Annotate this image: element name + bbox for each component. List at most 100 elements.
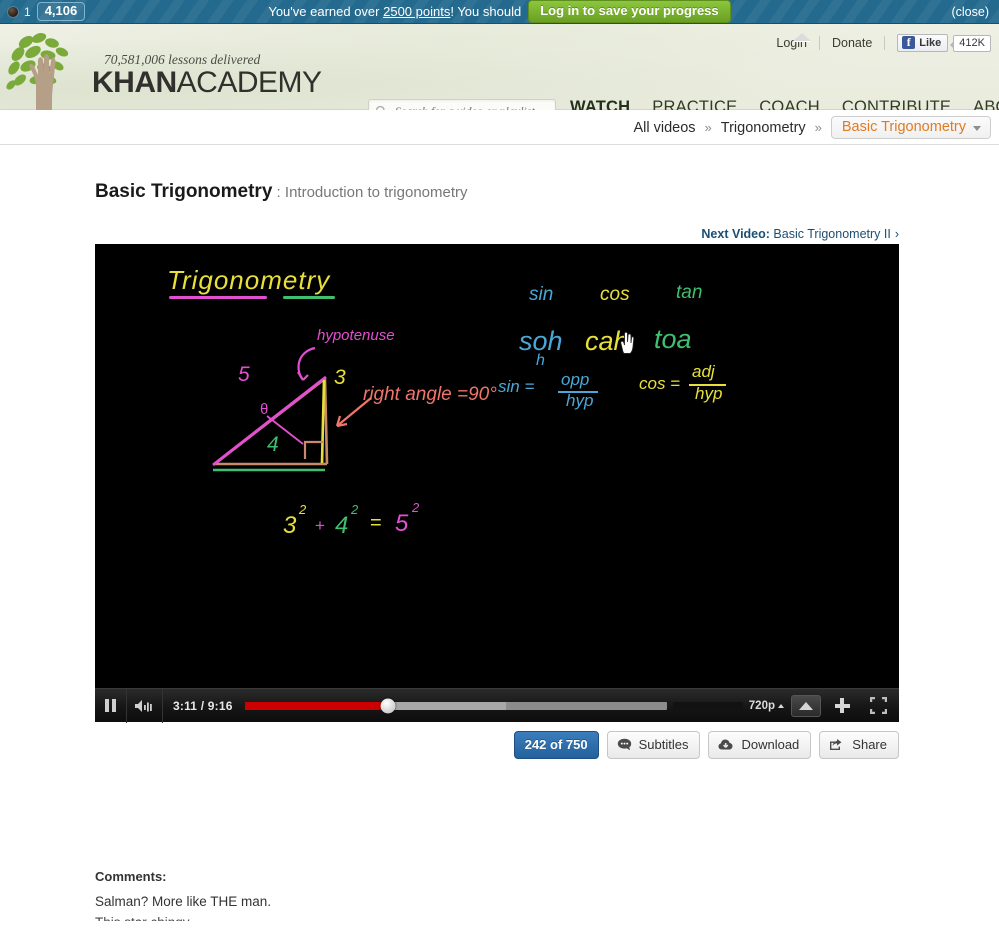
- ink-title: Trigonometry: [167, 265, 331, 295]
- next-video-link[interactable]: Next Video: Basic Trigonometry II ›: [701, 227, 899, 241]
- video-actions-toolbar: 242 of 750 Subtitles Download Share: [513, 731, 899, 759]
- player-controls: 3:11 / 9:16 720p: [95, 688, 899, 723]
- ink-label-4: 4: [267, 433, 279, 456]
- ink-label-5: 5: [238, 363, 250, 386]
- cloud-download-icon: [718, 739, 733, 750]
- breadcrumb-trigonometry[interactable]: Trigonometry: [721, 120, 806, 136]
- next-video-title[interactable]: Basic Trigonometry II: [773, 227, 890, 241]
- subtitle-progress-badge[interactable]: 242 of 750: [513, 731, 599, 759]
- page-title-main: Basic Trigonometry: [95, 181, 273, 202]
- close-notification-link[interactable]: (close): [951, 5, 989, 19]
- progress-scrubber[interactable]: [244, 698, 667, 713]
- player-right-controls: 720p: [672, 694, 899, 717]
- popout-icon: [799, 701, 813, 710]
- share-label: Share: [852, 737, 887, 752]
- ink-sin-denominator: hyp: [566, 391, 594, 410]
- time-display: 3:11 / 9:16: [163, 699, 245, 713]
- comments-heading: Comments:: [95, 869, 167, 884]
- ink-label-cos: cos: [600, 284, 630, 305]
- ink-label-right-angle: right angle =90°: [363, 384, 497, 405]
- ink-pyth-b-exponent: 2: [351, 502, 359, 517]
- ink-pyth-c-exponent: 2: [412, 500, 420, 515]
- breadcrumb-current-label: Basic Trigonometry: [841, 119, 966, 135]
- download-button[interactable]: Download: [708, 731, 812, 759]
- ink-pyth-b: 4: [335, 512, 349, 539]
- points-count: 4,106: [36, 2, 86, 21]
- volume-icon: [134, 699, 152, 712]
- breadcrumb-bar: All videos » Trigonometry » Basic Trigon…: [0, 110, 999, 145]
- ink-pyth-a: 3: [283, 512, 297, 539]
- ink-pyth-c: 5: [395, 510, 409, 537]
- mouse-hand-cursor-icon: [620, 331, 635, 354]
- time-separator: /: [197, 698, 208, 713]
- divider: [884, 36, 886, 50]
- chevron-right-icon: ›: [894, 227, 899, 241]
- donate-link[interactable]: Donate: [820, 36, 884, 50]
- next-video-label: Next Video:: [701, 227, 770, 241]
- quality-label: 720p: [748, 699, 775, 712]
- logo-wordmark: KHANACADEMY: [92, 68, 322, 98]
- facebook-icon: f: [902, 36, 916, 49]
- page-title: Basic Trigonometry : Introduction to tri…: [95, 181, 468, 203]
- video-player[interactable]: Trigonometry hypotenuse 5 3 4 θ right an…: [95, 244, 899, 723]
- plus-icon: [834, 698, 850, 713]
- comment-item: This star chingy...: [95, 915, 200, 930]
- ink-sin-formula-left: sin =: [498, 377, 535, 396]
- chevron-down-icon: [973, 125, 981, 131]
- ink-sin-numerator: opp: [561, 370, 590, 389]
- comment-item: Salman? More like THE man.: [95, 894, 272, 909]
- facebook-like-button[interactable]: f Like: [897, 34, 949, 52]
- facebook-like-count: 412K: [950, 34, 991, 52]
- ink-label-tan: tan: [676, 282, 703, 303]
- page-title-separator: :: [272, 184, 285, 201]
- video-stage[interactable]: Trigonometry hypotenuse 5 3 4 θ right an…: [95, 244, 899, 688]
- ink-title-underline-magenta: [169, 296, 267, 299]
- facebook-like-widget: f Like 412K: [897, 34, 991, 52]
- ink-label-theta: θ: [260, 401, 269, 418]
- ink-label-sin: sin: [529, 284, 554, 305]
- breadcrumb-separator-icon: »: [704, 120, 712, 135]
- page-title-subtitle: Introduction to trigonometry: [284, 184, 468, 201]
- khan-academy-logo[interactable]: 70,581,006 lessons delivered KHANACADEMY: [0, 28, 322, 110]
- breadcrumb-notch: [793, 33, 811, 42]
- ink-label-3: 3: [334, 366, 346, 389]
- fullscreen-button[interactable]: [863, 695, 893, 717]
- quality-selector[interactable]: 720p: [747, 700, 788, 712]
- ink-pyth-equals: =: [370, 512, 382, 534]
- add-button[interactable]: [827, 695, 857, 717]
- ink-label-toa: toa: [654, 324, 692, 354]
- login-to-save-button[interactable]: Log in to save your progress: [528, 0, 731, 23]
- ink-title-underline-green: [283, 296, 335, 299]
- current-time: 3:11: [173, 698, 198, 713]
- notification-message-prefix: You've earned over: [268, 4, 384, 19]
- download-label: Download: [741, 737, 800, 752]
- ink-cos-numerator: adj: [692, 362, 715, 381]
- scrubber-handle[interactable]: [380, 698, 396, 713]
- breadcrumb: All videos » Trigonometry » Basic Trigon…: [633, 116, 991, 139]
- facebook-like-label: Like: [919, 36, 942, 49]
- site-header: 70,581,006 lessons delivered KHANACADEMY…: [0, 24, 999, 123]
- ink-pyth-plus: +: [315, 516, 325, 535]
- breadcrumb-all-videos[interactable]: All videos: [633, 120, 695, 136]
- share-arrow-icon: [830, 739, 842, 750]
- breadcrumb-separator-icon: »: [814, 120, 822, 135]
- streak-dot-icon: [8, 6, 18, 17]
- breadcrumb-current-dropdown[interactable]: Basic Trigonometry: [830, 116, 991, 139]
- played-bar: [244, 701, 389, 710]
- logo-khan-text: KHAN: [92, 66, 177, 99]
- notification-message: You've earned over 2500 points! You shou…: [268, 4, 521, 19]
- subtitles-button[interactable]: Subtitles: [606, 731, 701, 759]
- popout-button[interactable]: [791, 694, 821, 717]
- tree-hand-logo-icon: [6, 33, 69, 110]
- points-link[interactable]: 2500 points: [383, 4, 450, 19]
- pause-button[interactable]: [95, 688, 127, 723]
- notification-bar: 1 4,106 You've earned over 2500 points! …: [0, 0, 999, 24]
- ink-pyth-a-exponent: 2: [299, 502, 307, 517]
- caret-up-icon: [778, 703, 784, 708]
- volume-button[interactable]: [127, 688, 163, 723]
- share-button[interactable]: Share: [819, 731, 899, 759]
- logo-academy-text: ACADEMY: [176, 66, 322, 99]
- speech-bubble-icon: [617, 738, 631, 751]
- ink-label-hypotenuse: hypotenuse: [317, 327, 395, 344]
- duration: 9:16: [207, 698, 233, 713]
